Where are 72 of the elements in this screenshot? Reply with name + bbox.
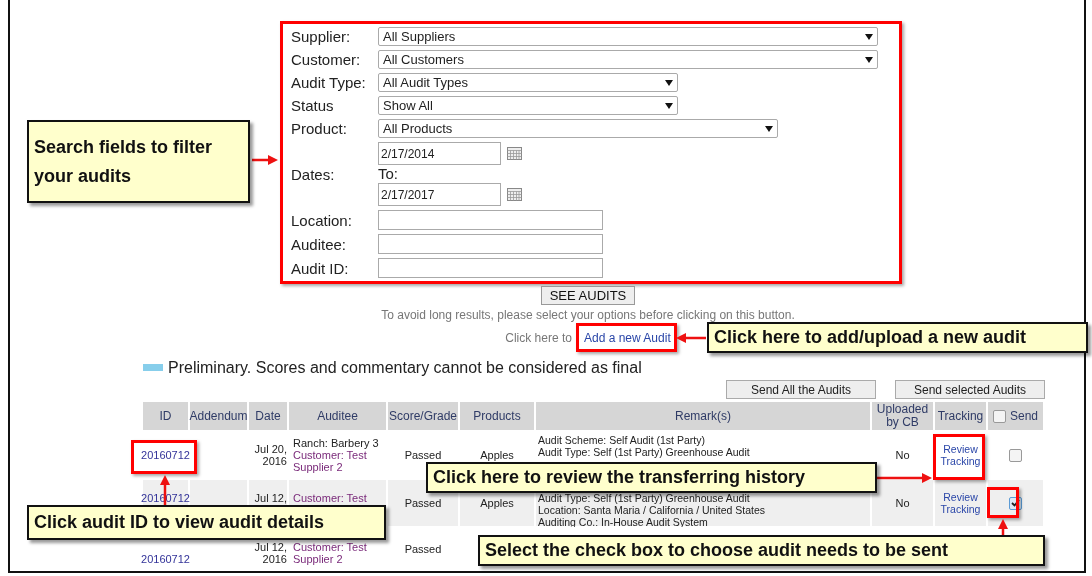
column-header: ID [143, 402, 188, 430]
checkbox[interactable] [993, 409, 1006, 423]
audit-id-link[interactable]: 20160712 [141, 449, 190, 461]
field-label: Audit ID: [291, 258, 350, 278]
preliminary-swatch [143, 364, 163, 371]
arrow [877, 473, 932, 483]
see-audits-button[interactable]: SEE AUDITS [540, 286, 636, 305]
date-field[interactable]: 2/17/2014 [378, 142, 501, 165]
audit-id-link[interactable]: 20160712 [141, 553, 190, 565]
remark-line: Audit Type: Self (1st Party) Greenhouse Audit [538, 492, 751, 504]
callout-note: Click audit ID to view audit details [27, 505, 386, 540]
select-field[interactable]: All Customers [378, 50, 878, 69]
select-field[interactable]: All Suppliers [378, 27, 878, 46]
calendar-icon[interactable] [507, 188, 522, 201]
remark-line: Auditing Co.: In-House Audit System [538, 516, 709, 528]
column-header: Uploaded by CB [872, 402, 933, 430]
callout-note: Search fields to filter your audits [27, 120, 250, 203]
remark-line: Audit Type: Self (1st Party) Greenhouse Audit [538, 446, 751, 458]
column-label: Send [1010, 409, 1038, 423]
field-label: Auditee: [291, 234, 348, 254]
callout-note: Click here to review the transferring history [426, 462, 877, 493]
column-header: Date [249, 402, 287, 430]
field-label: Product: [291, 119, 348, 138]
calendar-icon[interactable] [507, 147, 522, 160]
select-field[interactable]: All Products [378, 119, 778, 138]
field-label: Location: [291, 210, 353, 230]
arrow [676, 333, 706, 343]
send-button[interactable]: Send selected Audits [895, 380, 1045, 399]
send-button[interactable]: Send All the Audits [726, 380, 876, 399]
callout-note: Click here to add/upload a new audit [707, 322, 1088, 353]
highlight-frame [131, 440, 197, 474]
review-tracking-link[interactable]: Review Tracking [940, 443, 981, 467]
review-tracking-link[interactable]: Review Tracking [940, 491, 981, 515]
customer-text: Customer: Test Supplier 2 [293, 541, 368, 565]
callout-note: Select the check box to choose audit needs to be sent [478, 535, 1045, 566]
arrow [252, 155, 278, 165]
checkbox[interactable] [1009, 448, 1022, 462]
column-header: Remark(s) [536, 402, 870, 430]
arrow [998, 519, 1008, 535]
caret-icon [665, 79, 673, 86]
select-field[interactable]: Show All [378, 96, 678, 115]
field-label: Status [291, 96, 335, 115]
caret-icon [865, 33, 873, 40]
ranch-text: Ranch: Barbery 3 [293, 437, 380, 449]
hint-text: To avoid long results, please select your options before clicking on this button. [381, 308, 795, 322]
caret-icon [665, 102, 673, 109]
select-field[interactable]: All Audit Types [378, 73, 678, 92]
remark-line: Audit Scheme: Self Audit (1st Party) [538, 434, 706, 446]
field-label: Customer: [291, 50, 362, 69]
customer-text: Customer: Test Supplier 2 [293, 449, 368, 473]
input-field[interactable] [378, 234, 603, 254]
column-header: Addendum [190, 402, 247, 430]
customer-text: Customer: Test [293, 492, 368, 504]
remark-line: Location: Santa Maria / California / United States [538, 504, 767, 516]
column-header: Auditee [289, 402, 386, 430]
column-header: Products [460, 402, 534, 430]
highlight-frame [987, 487, 1019, 518]
input-field[interactable] [378, 258, 603, 278]
input-field[interactable] [378, 210, 603, 230]
field-label: Supplier: [291, 27, 352, 46]
to-label: To: [378, 165, 399, 183]
column-header: Tracking [935, 402, 986, 430]
field-label: Dates: [291, 164, 336, 184]
caret-icon [865, 56, 873, 63]
add-audit-prompt: Click here to [505, 331, 572, 345]
legend-text: Preliminary. Scores and commentary cannot be considered as final [168, 359, 642, 376]
column-header: Score/Grade [388, 402, 458, 430]
date-field[interactable]: 2/17/2017 [378, 183, 501, 206]
field-label: Audit Type: [291, 73, 367, 92]
add-audit-link[interactable]: Add a new Audit [584, 331, 671, 345]
table-cell: No [872, 480, 933, 526]
caret-icon [765, 125, 773, 132]
